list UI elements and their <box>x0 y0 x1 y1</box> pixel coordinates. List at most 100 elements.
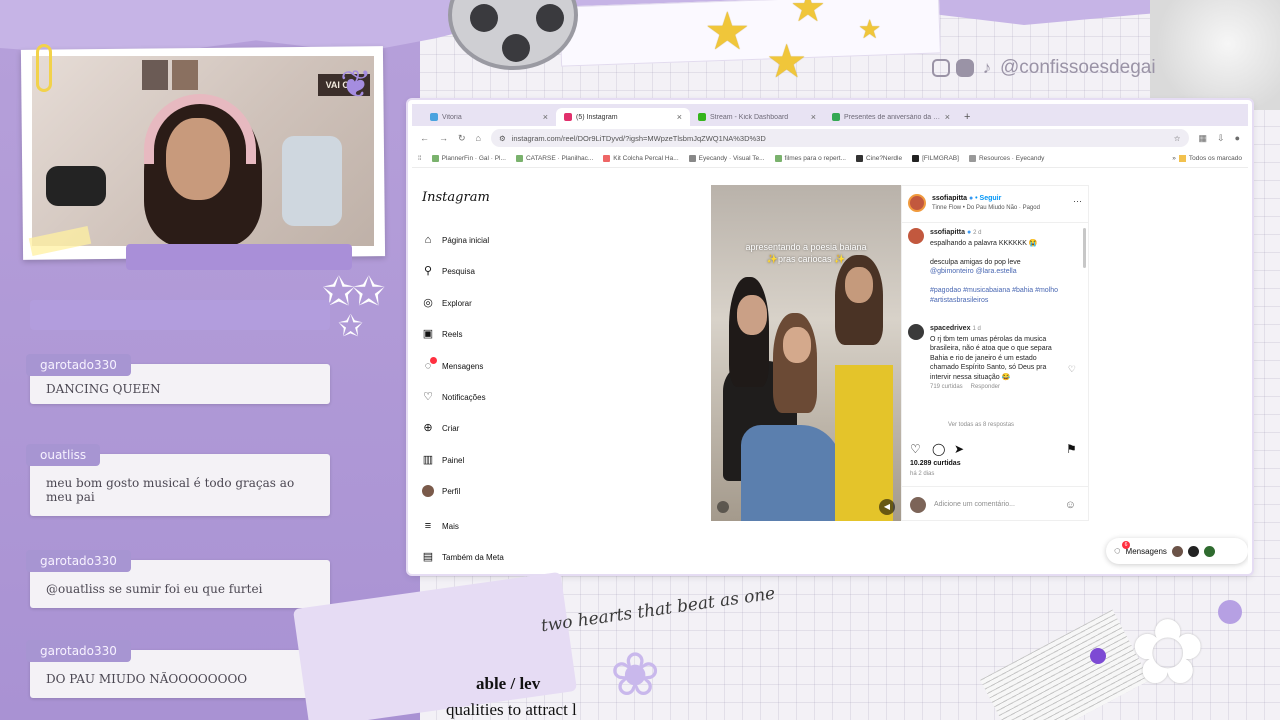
profile-avatar <box>422 485 434 497</box>
bookmark-item[interactable]: Eyecandy · Visual Te... <box>688 155 765 162</box>
mentions[interactable]: @gbimonteiro @lara.estella <box>930 268 1017 275</box>
chat-username: garotado330 <box>26 354 131 376</box>
mute-icon[interactable]: ◀ <box>879 499 895 515</box>
close-icon[interactable]: × <box>677 112 682 122</box>
nav-create[interactable]: ⊕ Criar <box>422 420 459 436</box>
browser-window: Vitoria × (5) Instagram × Stream - Kick … <box>408 100 1252 574</box>
post-actions: ♡ ◯ ➤ ⚑ <box>910 442 1080 456</box>
back-icon[interactable]: ← <box>420 133 429 143</box>
save-icon[interactable]: ⚑ <box>1066 442 1080 456</box>
comments-list: ssofiapitta ● 2 d espalhando a palavra K… <box>908 228 1076 428</box>
gold-star-icon: ★ <box>790 0 826 30</box>
paperclip-icon <box>36 44 52 92</box>
post-panel: ssofiapitta ● • Seguir Tinne Flow • Do P… <box>901 185 1089 521</box>
post-date: há 2 dias <box>910 471 935 477</box>
overlay-bar <box>30 300 330 330</box>
author-avatar[interactable] <box>908 194 926 212</box>
comment-icon[interactable]: ◯ <box>932 442 946 456</box>
emoji-icon[interactable]: ☺ <box>1065 499 1076 511</box>
reels-icon: ▣ <box>422 327 434 340</box>
tiktok-icon: ♪ <box>982 58 992 77</box>
headphones <box>144 94 256 164</box>
follow-button[interactable]: • Seguir <box>975 195 1001 202</box>
reel-video[interactable]: apresentando a poesia baiana ✨pras cario… <box>711 185 901 521</box>
bookmark-item[interactable]: PlannerFin · Gal · Pl... <box>431 155 506 162</box>
close-icon[interactable]: × <box>945 112 950 122</box>
site-info-icon[interactable]: ⚙ <box>499 134 506 143</box>
butterfly-icon: ❦ <box>340 64 372 106</box>
nav-reels[interactable]: ▣ Reels <box>422 326 463 342</box>
nav-meta[interactable]: ▤ Também da Meta <box>422 549 504 565</box>
comment: spacedrivex 1 d O rj tbm tem umas pérola… <box>930 325 1052 390</box>
reload-icon[interactable]: ↻ <box>458 133 466 144</box>
like-icon[interactable]: ♡ <box>910 442 924 456</box>
nav-profile[interactable]: Perfil <box>422 483 460 499</box>
nav-notifications[interactable]: ♡ Notificações <box>422 389 486 405</box>
browser-toolbar: ← → ↻ ⌂ ⚙ instagram.com/reel/DOr9LiTDyvd… <box>412 126 1248 150</box>
tab-instagram[interactable]: (5) Instagram × <box>556 108 690 126</box>
tab-kick-dashboard[interactable]: Stream - Kick Dashboard × <box>690 108 824 126</box>
share-icon[interactable]: ➤ <box>954 442 968 456</box>
close-icon[interactable]: × <box>543 112 548 122</box>
tab-favicon <box>832 113 840 121</box>
new-tab-button[interactable]: + <box>964 111 970 126</box>
close-icon[interactable]: × <box>811 112 816 122</box>
nav-more[interactable]: ≡ Mais <box>422 518 459 534</box>
apps-icon[interactable]: ⁞⁞ <box>418 155 422 162</box>
profile-icon[interactable]: ● <box>1235 133 1240 143</box>
tab-presentes[interactable]: Presentes de aniversário da Ga... × <box>824 108 958 126</box>
contact-avatar <box>1203 545 1215 557</box>
bookmark-item[interactable]: Kit Colcha Percal Ha... <box>603 155 679 162</box>
home-icon[interactable]: ⌂ <box>476 133 481 143</box>
nav-search[interactable]: ⚲ Pesquisa <box>422 263 475 279</box>
messages-pill[interactable]: ◌ 6 Mensagens <box>1106 538 1248 564</box>
social-handle: ♪ @confissoesdegai <box>932 56 1156 80</box>
tab-vitoria[interactable]: Vitoria × <box>422 108 556 126</box>
outline-star-icon: ✩ <box>352 270 386 314</box>
audio-label[interactable]: Tinne Flow • Do Pau Miudo Não · Pagod <box>932 205 1040 211</box>
reel-caption: apresentando a poesia baiana ✨pras cario… <box>745 242 867 264</box>
address-bar[interactable]: ⚙ instagram.com/reel/DOr9LiTDyvd/?igsh=M… <box>490 129 1189 147</box>
bookmark-item[interactable]: CATARSE · Planilhac... <box>515 155 593 162</box>
notification-badge <box>430 357 437 364</box>
heart-icon: ♡ <box>423 390 433 403</box>
overlay-bar <box>126 244 352 270</box>
chat-username: garotado330 <box>26 640 131 662</box>
reply-button[interactable]: Responder <box>971 384 1000 390</box>
bookmark-star-icon[interactable]: ☆ <box>1174 134 1181 143</box>
like-comment-icon[interactable]: ♡ <box>1068 364 1076 375</box>
forward-icon[interactable]: → <box>439 133 448 143</box>
hashtags[interactable]: #pagodao #musicabaiana #bahia #molho #ar… <box>930 287 1058 304</box>
commenter-avatar[interactable] <box>908 324 924 340</box>
bookmark-item[interactable]: Resources · Eyecandy <box>968 155 1044 162</box>
instagram-logo[interactable]: Instagram <box>422 190 490 205</box>
contact-avatar <box>1171 545 1183 557</box>
newspaper-cutout: able / lev <box>476 674 541 693</box>
download-icon[interactable]: ⇩ <box>1217 133 1225 144</box>
add-comment-input[interactable]: Adicione um comentário... <box>934 501 1015 508</box>
tagged-user-icon[interactable] <box>717 501 729 513</box>
messages-icon: ◌ <box>422 357 437 372</box>
webcam-feed: VAI COR <box>32 56 374 246</box>
search-icon: ⚲ <box>423 264 433 277</box>
nav-explore[interactable]: ◎ Explorar <box>422 295 472 311</box>
nav-dashboard[interactable]: ▥ Painel <box>422 452 464 468</box>
extensions-icon[interactable]: ▦ <box>1199 133 1208 144</box>
meta-icon: ▤ <box>422 550 434 563</box>
bookmark-item[interactable]: [FILMGRAB] <box>912 155 959 162</box>
youtube-icon <box>956 59 974 77</box>
purple-dot <box>1218 600 1242 624</box>
more-options-icon[interactable]: ··· <box>1073 196 1082 206</box>
social-handle-text: @confissoesdegai <box>1000 57 1156 78</box>
all-bookmarks[interactable]: » Todos os marcado <box>1172 155 1242 162</box>
author-avatar[interactable] <box>908 228 924 244</box>
like-count[interactable]: 10.289 curtidas <box>910 460 961 467</box>
bookmark-item[interactable]: Cine?Nerdle <box>855 155 902 162</box>
gold-star-icon: ★ <box>858 14 882 44</box>
view-replies-link[interactable]: Ver todas as 8 respostas <box>948 422 1014 428</box>
author-username[interactable]: ssofiapitta <box>932 195 967 202</box>
bookmark-item[interactable]: filmes para o repert... <box>774 155 846 162</box>
nav-home[interactable]: ⌂ Página inicial <box>422 232 489 248</box>
scrollbar[interactable] <box>1083 228 1086 268</box>
nav-messages[interactable]: ◌ Mensagens <box>422 357 483 374</box>
